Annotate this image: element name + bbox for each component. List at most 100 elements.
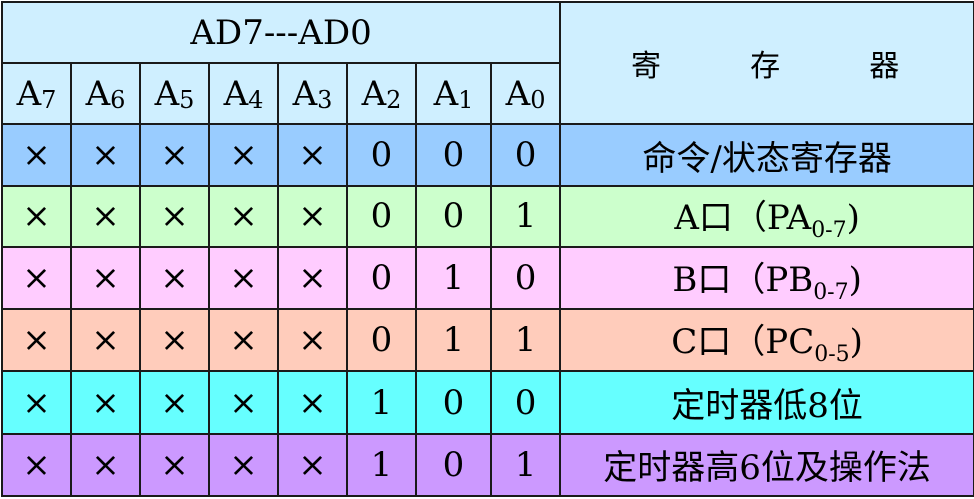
- bit-header-a3: A3: [277, 62, 348, 126]
- register-name: C口（PC: [671, 321, 815, 362]
- bit-index: 7: [41, 85, 57, 114]
- bit-cell-a7: ×: [1, 370, 72, 435]
- bit-cell-a6: ×: [70, 432, 141, 498]
- register-name-cell: A口（PA0-7): [559, 184, 974, 248]
- register-name-cell: 定时器高6位及操作法: [559, 432, 974, 498]
- table-row: × × × × × 1 0 0 定时器低8位: [1, 370, 974, 435]
- bit-cell-a5: ×: [139, 308, 210, 373]
- bit-cell-a4: ×: [208, 432, 279, 498]
- bit-cell-a4: ×: [208, 245, 279, 311]
- table-row: × × × × × 1 0 1 定时器高6位及操作法: [1, 432, 974, 498]
- bit-cell-a3: ×: [277, 245, 348, 311]
- bit-cell-a1: 0: [415, 184, 492, 248]
- bit-cell-a7: ×: [1, 245, 72, 311]
- bit-cell-a0: 0: [489, 370, 562, 435]
- bit-letter: A: [223, 73, 249, 114]
- register-header-char-3: 器: [869, 49, 904, 85]
- bit-cell-a7: ×: [1, 432, 72, 498]
- bit-cell-a1: 0: [415, 123, 492, 187]
- bit-cell-a6: ×: [70, 308, 141, 373]
- bit-cell-a0: 1: [489, 184, 562, 248]
- bit-cell-a5: ×: [139, 184, 210, 248]
- bit-cell-a6: ×: [70, 184, 141, 248]
- bit-cell-a6: ×: [70, 123, 141, 187]
- bit-cell-a1: 1: [415, 245, 492, 311]
- bit-cell-a7: ×: [1, 184, 72, 248]
- bit-letter: A: [433, 73, 459, 114]
- bit-letter: A: [85, 73, 111, 114]
- bit-letter: A: [154, 73, 180, 114]
- bit-cell-a0: 0: [489, 245, 562, 311]
- address-bus-label: AD7---AD0: [190, 12, 372, 53]
- register-name-cell: C口（PC0-5): [559, 308, 974, 373]
- bit-cell-a3: ×: [277, 370, 348, 435]
- bit-cell-a6: ×: [70, 245, 141, 311]
- register-header: 寄 存 器: [559, 0, 974, 126]
- bit-index: 3: [317, 85, 333, 114]
- register-tail: ): [849, 321, 863, 362]
- bit-cell-a0: 0: [489, 123, 562, 187]
- bit-cell-a2: 1: [346, 432, 417, 498]
- bit-index: 5: [179, 85, 195, 114]
- register-header-char-2: 存: [750, 49, 785, 85]
- bit-cell-a3: ×: [277, 184, 348, 248]
- bit-header-a6: A6: [70, 62, 141, 126]
- bit-index: 4: [248, 85, 264, 114]
- bit-index: 1: [458, 85, 474, 114]
- bit-header-a0: A0: [489, 62, 562, 126]
- bit-index: 2: [386, 85, 402, 114]
- bit-header-a4: A4: [208, 62, 279, 126]
- bit-cell-a6: ×: [70, 370, 141, 435]
- register-tail: ): [848, 259, 862, 300]
- bit-header-a5: A5: [139, 62, 210, 126]
- bit-cell-a4: ×: [208, 370, 279, 435]
- register-name: 命令/状态寄存器: [642, 138, 892, 179]
- bit-header-a1: A1: [415, 62, 492, 126]
- bit-cell-a3: ×: [277, 432, 348, 498]
- bit-cell-a4: ×: [208, 184, 279, 248]
- bit-cell-a0: 1: [489, 432, 562, 498]
- register-range: 0-5: [814, 341, 850, 367]
- register-header-char-1: 寄: [631, 49, 666, 85]
- bit-cell-a2: 0: [346, 123, 417, 187]
- bit-letter: A: [16, 73, 42, 114]
- bit-cell-a1: 0: [415, 370, 492, 435]
- bit-letter: A: [361, 73, 387, 114]
- table-row: × × × × × 0 0 1 A口（PA0-7): [1, 184, 974, 248]
- bit-cell-a5: ×: [139, 245, 210, 311]
- bit-cell-a4: ×: [208, 123, 279, 187]
- register-name: 定时器低8位: [671, 386, 863, 427]
- address-bus-header: AD7---AD0: [0, 0, 562, 65]
- register-name: B口（PB: [672, 259, 814, 300]
- register-name-cell: 定时器低8位: [559, 370, 974, 435]
- bit-cell-a4: ×: [208, 308, 279, 373]
- table-row: × × × × × 0 1 1 C口（PC0-5): [1, 308, 974, 373]
- table-row: × × × × × 0 1 0 B口（PB0-7): [1, 245, 974, 311]
- bit-cell-a2: 0: [346, 184, 417, 248]
- table-row: × × × × × 0 0 0 命令/状态寄存器: [1, 123, 974, 187]
- bit-cell-a1: 1: [415, 308, 492, 373]
- register-range: 0-7: [813, 279, 849, 305]
- bit-cell-a5: ×: [139, 432, 210, 498]
- bit-cell-a2: 0: [346, 308, 417, 373]
- register-name-cell: B口（PB0-7): [559, 245, 974, 311]
- register-name: A口（PA: [674, 197, 812, 238]
- bit-cell-a5: ×: [139, 123, 210, 187]
- bit-cell-a5: ×: [139, 370, 210, 435]
- register-tail: ): [846, 197, 860, 238]
- bit-letter: A: [505, 73, 531, 114]
- bit-cell-a0: 1: [489, 308, 562, 373]
- bit-cell-a3: ×: [277, 123, 348, 187]
- register-name-cell: 命令/状态寄存器: [559, 123, 974, 187]
- bit-cell-a2: 1: [346, 370, 417, 435]
- address-register-table: AD7---AD0 寄 存 器 A7 A6 A5 A4 A3 A2 A1 A0 × × × × × 0 0…: [0, 0, 974, 498]
- bit-letter: A: [292, 73, 318, 114]
- bit-cell-a1: 0: [415, 432, 492, 498]
- register-name: 定时器高6位及操作法: [603, 448, 931, 489]
- register-range: 0-7: [811, 217, 847, 243]
- bit-cell-a2: 0: [346, 245, 417, 311]
- bit-index: 6: [110, 85, 126, 114]
- bit-header-a7: A7: [1, 62, 72, 126]
- bit-header-a2: A2: [346, 62, 417, 126]
- bit-cell-a7: ×: [1, 123, 72, 187]
